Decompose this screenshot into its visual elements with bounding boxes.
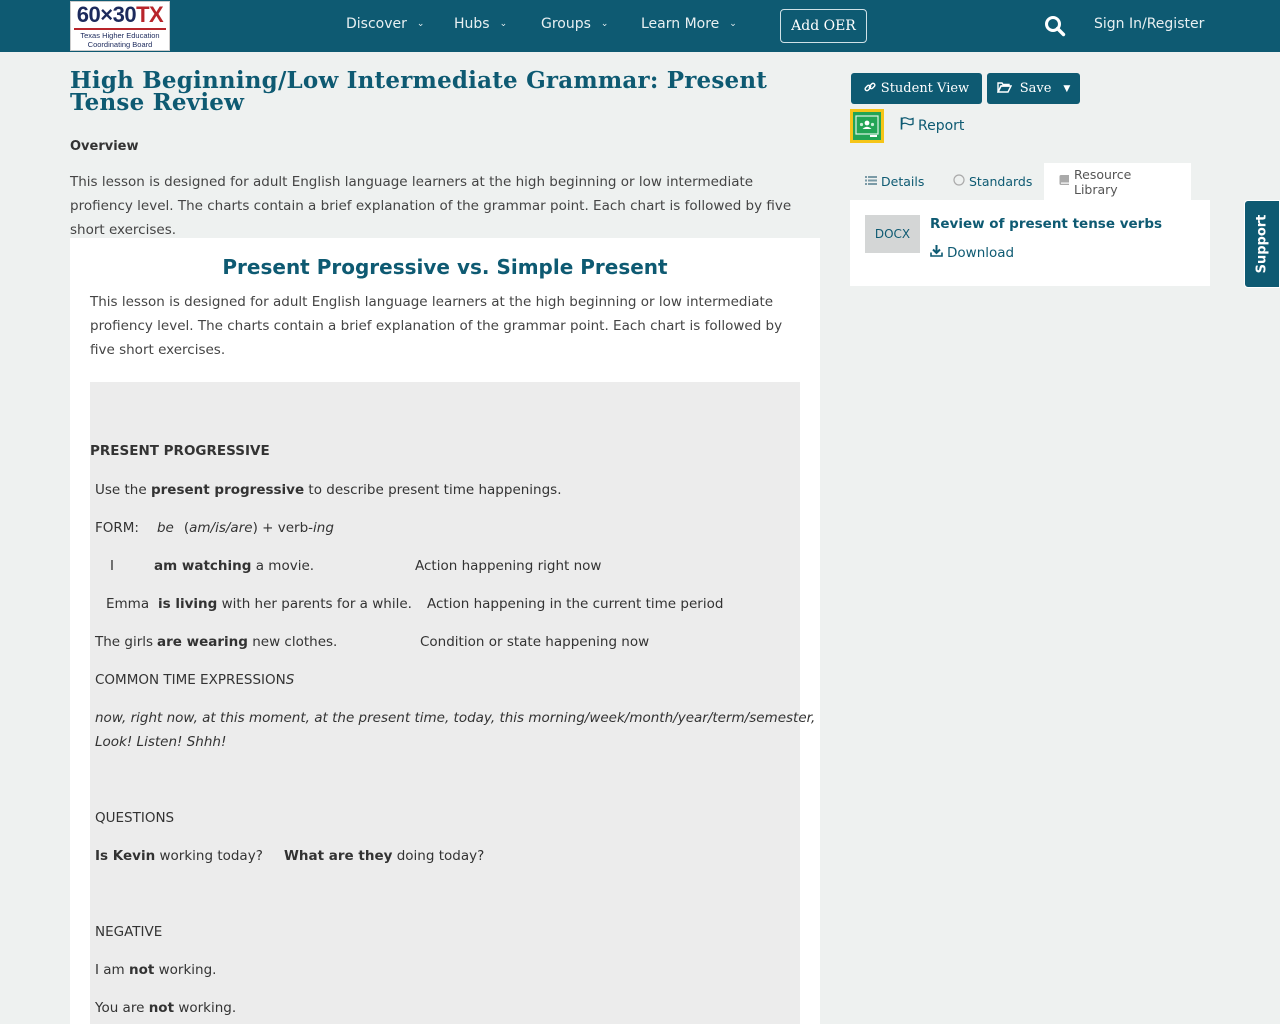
chevron-down-icon: ⌄ (600, 19, 609, 29)
download-icon (930, 244, 943, 261)
download-link[interactable]: Download (930, 244, 1014, 261)
site-logo[interactable]: 60×30TX Texas Higher Education Coordinat… (70, 1, 170, 51)
time-expressions-list: now, right now, at this moment, at the p… (95, 710, 816, 726)
sign-in-register-link[interactable]: Sign In/Register (1094, 16, 1204, 32)
save-button[interactable]: Save ▼ (987, 73, 1080, 104)
nav-learn-more[interactable]: Learn More ⌄ (641, 16, 737, 32)
chevron-down-icon: ⌄ (729, 19, 737, 29)
circle-icon (953, 174, 965, 189)
example-note: Action happening right now (415, 558, 602, 574)
chevron-down-icon: ⌄ (499, 19, 508, 29)
usage-line: Use the present progressive to describe … (95, 482, 562, 498)
overview-text: This lesson is designed for adult Englis… (70, 174, 792, 238)
negative-example: You are not working. (95, 1000, 237, 1016)
question-example: Is Kevin working today? (95, 848, 263, 864)
resource-library-panel: DOCX Review of present tense verbs Downl… (850, 200, 1210, 286)
list-icon (865, 174, 877, 189)
question-example: What are they doing today? (284, 848, 485, 864)
report-link[interactable]: Report (900, 117, 964, 134)
caret-down-icon: ▼ (1063, 83, 1071, 94)
time-expressions-heading: COMMON TIME EXPRESSIONS (95, 672, 295, 688)
example-note: Action happening in the current time per… (427, 596, 724, 612)
link-icon (864, 81, 876, 97)
tab-resource-library[interactable]: Resource Library (1044, 163, 1191, 200)
example-sentence: are wearing new clothes. (157, 634, 338, 650)
flag-icon (900, 117, 914, 134)
negative-heading: NEGATIVE (95, 924, 163, 940)
google-classroom-icon (853, 112, 881, 140)
lesson-intro: This lesson is designed for adult Englis… (90, 294, 783, 358)
overview-label: Overview (70, 139, 139, 154)
logo-wordmark: 60×30TX (76, 2, 164, 27)
nav-discover[interactable]: Discover ⌄ (346, 16, 424, 32)
example-note: Condition or state happening now (420, 634, 650, 650)
lesson-content-card: Present Progressive vs. Simple Present T… (70, 238, 820, 1024)
form-line: FORM: be (am/is/are) + verb-ing (95, 520, 334, 536)
student-view-button[interactable]: Student View (851, 73, 982, 104)
section-title: PRESENT PROGRESSIVE (90, 443, 270, 459)
tab-details[interactable]: Details (850, 163, 939, 200)
example-subject: Emma (106, 596, 150, 612)
example-sentence: is living with her parents for a while. (158, 596, 412, 612)
questions-heading: QUESTIONS (95, 810, 175, 826)
search-icon[interactable] (1044, 15, 1066, 37)
time-expressions-list: Look! Listen! Shhh! (95, 734, 227, 750)
example-subject: The girls (95, 634, 154, 650)
example-sentence: am watching a movie. (154, 558, 315, 574)
example-subject: I (110, 558, 114, 574)
file-type-badge: DOCX (865, 215, 920, 253)
chevron-down-icon: ⌄ (416, 19, 425, 29)
tab-standards[interactable]: Standards (938, 163, 1047, 200)
folder-open-icon (996, 81, 1012, 97)
nav-hubs[interactable]: Hubs ⌄ (454, 16, 507, 32)
support-tab-button[interactable]: Support (1244, 200, 1280, 288)
add-oer-button[interactable]: Add OER (780, 9, 867, 43)
resource-tabs: Details Standards Resource Library (850, 163, 1210, 200)
grammar-chart: PRESENT PROGRESSIVE Use the present prog… (90, 382, 815, 1024)
lesson-heading: Present Progressive vs. Simple Present (222, 255, 668, 279)
top-navbar: 60×30TX Texas Higher Education Coordinat… (0, 0, 1280, 52)
google-classroom-share-button[interactable] (850, 109, 884, 143)
resource-title-link[interactable]: Review of present tense verbs (930, 216, 1162, 232)
negative-example: I am not working. (95, 962, 217, 978)
logo-subtitle: Texas Higher Education Coordinating Boar… (74, 28, 166, 49)
book-icon (1059, 174, 1070, 189)
nav-groups[interactable]: Groups ⌄ (541, 16, 608, 32)
page-title: High Beginning/Low Intermediate Grammar:… (70, 67, 768, 116)
